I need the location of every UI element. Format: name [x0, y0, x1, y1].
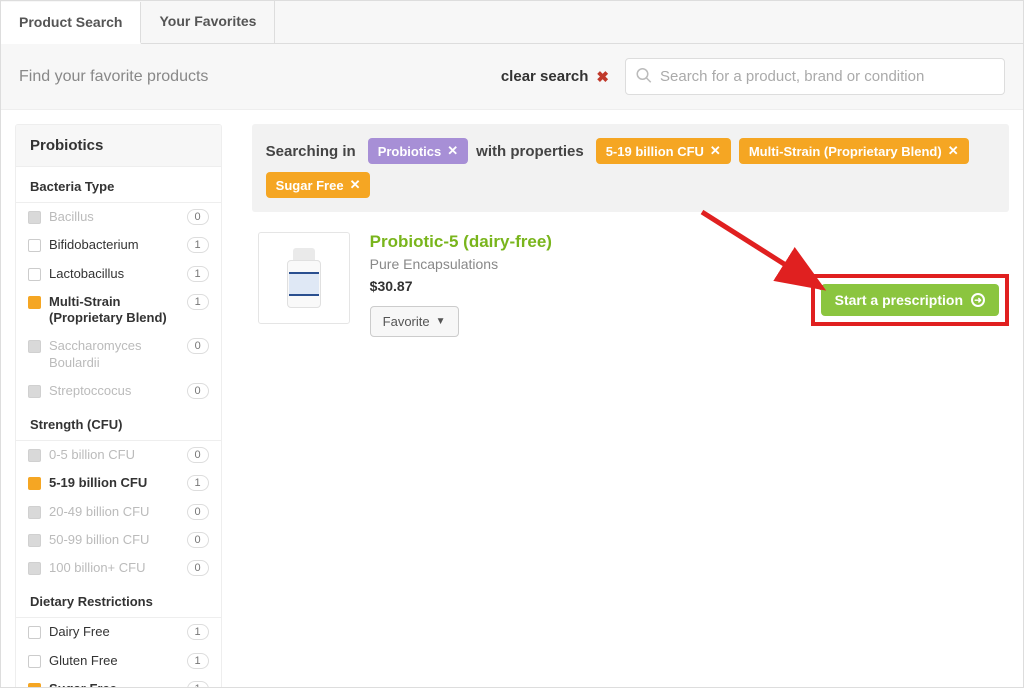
close-icon: ✕ [447, 143, 458, 159]
sidebar-title: Probiotics [16, 125, 221, 167]
arrow-right-circle-icon: ➜ [971, 293, 985, 307]
close-icon: ✕ [948, 143, 959, 159]
bottle-icon [287, 248, 321, 308]
close-icon: ✕ [710, 143, 721, 159]
facet-bifidobacterium[interactable]: Bifidobacterium1 [16, 231, 221, 259]
facet-bacillus[interactable]: Bacillus0 [16, 203, 221, 231]
annotation-highlight-box: Start a prescription ➜ [811, 274, 1009, 326]
with-properties-label: with properties [476, 143, 584, 160]
search-input[interactable] [625, 58, 1005, 95]
facet-lactobacillus[interactable]: Lactobacillus1 [16, 260, 221, 288]
facet-50-99b[interactable]: 50-99 billion CFU0 [16, 526, 221, 554]
close-icon: ✕ [350, 177, 361, 193]
product-brand: Pure Encapsulations [370, 256, 1003, 272]
search-icon [635, 66, 653, 87]
tabs: Product Search Your Favorites [1, 1, 1023, 44]
product-title[interactable]: Probiotic-5 (dairy-free) [370, 232, 1003, 252]
chip-category[interactable]: Probiotics✕ [368, 138, 468, 164]
facet-0-5b[interactable]: 0-5 billion CFU0 [16, 441, 221, 469]
find-hint: Find your favorite products [19, 68, 208, 86]
chip-multistrain[interactable]: Multi-Strain (Proprietary Blend)✕ [739, 138, 969, 164]
facet-sugar-free[interactable]: Sugar Free1 [16, 675, 221, 688]
filter-sidebar: Probiotics Bacteria Type Bacillus0 Bifid… [15, 124, 222, 688]
chip-strength[interactable]: 5-19 billion CFU✕ [596, 138, 731, 164]
chip-sugarfree[interactable]: Sugar Free✕ [266, 172, 371, 198]
clear-search-button[interactable]: ✖ [596, 68, 609, 86]
product-card: Probiotic-5 (dairy-free) Pure Encapsulat… [252, 212, 1009, 357]
facet-multi-strain[interactable]: Multi-Strain (Proprietary Blend)1 [16, 288, 221, 333]
facet-gluten-free[interactable]: Gluten Free1 [16, 647, 221, 675]
facet-dairy-free[interactable]: Dairy Free1 [16, 618, 221, 646]
main-area: Searching in Probiotics✕ with properties… [252, 124, 1009, 688]
facet-100b[interactable]: 100 billion+ CFU0 [16, 554, 221, 582]
tab-favorites[interactable]: Your Favorites [141, 1, 275, 43]
facet-streptococcus[interactable]: Streptoccocus0 [16, 377, 221, 405]
searching-in-label: Searching in [266, 143, 356, 160]
clear-search-label: clear search [501, 68, 589, 85]
find-bar: Find your favorite products clear search… [1, 44, 1023, 110]
facet-saccharomyces[interactable]: Saccharomyces Boulardii0 [16, 332, 221, 377]
facet-group-title-bacteria: Bacteria Type [16, 167, 221, 202]
favorite-button[interactable]: Favorite ▼ [370, 306, 459, 337]
start-prescription-button[interactable]: Start a prescription ➜ [821, 284, 999, 316]
chevron-down-icon: ▼ [436, 316, 446, 327]
facet-5-19b[interactable]: 5-19 billion CFU1 [16, 469, 221, 497]
product-thumbnail[interactable] [258, 232, 350, 324]
active-filter-bar: Searching in Probiotics✕ with properties… [252, 124, 1009, 212]
facet-20-49b[interactable]: 20-49 billion CFU0 [16, 498, 221, 526]
facet-group-title-strength: Strength (CFU) [16, 405, 221, 440]
facet-group-title-diet: Dietary Restrictions [16, 582, 221, 617]
tab-product-search[interactable]: Product Search [1, 2, 141, 44]
